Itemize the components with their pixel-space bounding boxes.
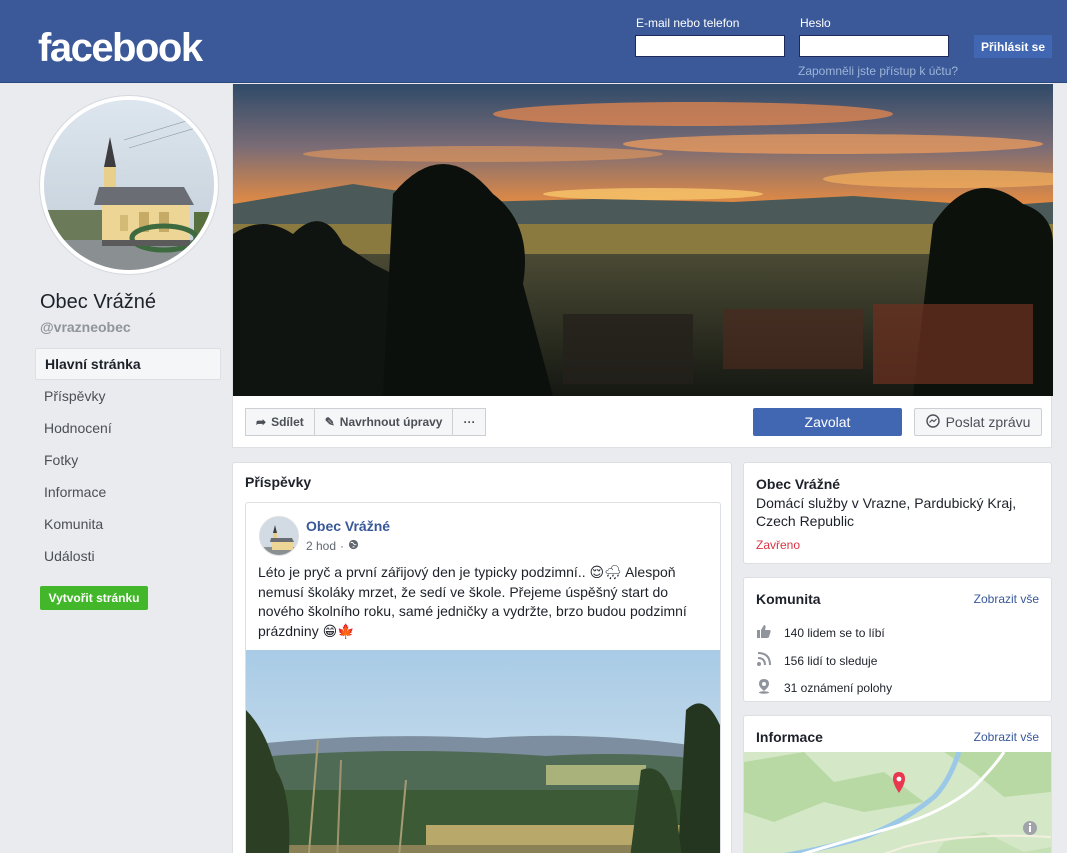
open-status: Zavřeno: [756, 538, 801, 552]
valley-landscape-image: [246, 650, 720, 853]
password-label: Heslo: [800, 16, 831, 30]
sidebar-item-reviews[interactable]: Hodnocení: [35, 412, 221, 444]
chapel-thumbnail: [260, 517, 298, 555]
likes-row: 140 lidem se to líbí: [756, 623, 885, 642]
checkins-row: 31 oznámení polohy: [756, 678, 892, 697]
more-options-button[interactable]: ···: [453, 408, 487, 436]
top-bar: facebook E-mail nebo telefon Heslo Přihl…: [0, 0, 1067, 83]
forgot-password-link[interactable]: Zapomněli jste přístup k účtu?: [798, 64, 958, 78]
followers-row: 156 lidí to sleduje: [756, 651, 877, 670]
login-button[interactable]: Přihlásit se: [974, 35, 1052, 58]
suggest-edits-label: Navrhnout úpravy: [339, 415, 443, 429]
checkins-count: 31 oznámení polohy: [784, 680, 893, 695]
page-info-card: Obec Vrážné Domácí služby v Vrazne, Pard…: [743, 462, 1052, 564]
page-action-bar: ➦ Sdílet ✎ Navrhnout úpravy ···: [245, 408, 487, 436]
thumbs-up-icon: [756, 623, 772, 642]
posts-section: Příspěvky Obec Vrážné 2 hod · Léto je pr…: [232, 462, 732, 853]
messenger-icon: [925, 413, 940, 431]
call-button[interactable]: Zavolat: [753, 408, 902, 436]
community-title: Komunita: [756, 591, 821, 607]
facebook-logo[interactable]: facebook: [38, 26, 203, 71]
info-title: Informace: [756, 729, 823, 745]
create-page-button[interactable]: Vytvořit stránku: [40, 586, 148, 610]
page-sidebar-nav: Hlavní stránka Příspěvky Hodnocení Fotky…: [35, 348, 221, 572]
location-map[interactable]: [744, 751, 1051, 853]
sidebar-item-home[interactable]: Hlavní stránka: [35, 348, 221, 380]
followers-count: 156 lidí to sleduje: [784, 653, 878, 668]
cover-photo[interactable]: [233, 84, 1053, 396]
suggest-edits-button[interactable]: ✎ Navrhnout úpravy: [314, 408, 454, 436]
info-card: Informace Zobrazit vše: [743, 715, 1052, 853]
likes-count: 140 lidem se to líbí: [784, 625, 885, 640]
map-image: [744, 751, 1051, 853]
send-message-button[interactable]: Poslat zprávu: [914, 408, 1042, 436]
sidebar-item-community[interactable]: Komunita: [35, 508, 221, 540]
post-author-link[interactable]: Obec Vrážné: [306, 518, 390, 534]
post-timestamp[interactable]: 2 hod: [306, 539, 336, 553]
sidebar-item-about[interactable]: Informace: [35, 476, 221, 508]
cover-card: ➦ Sdílet ✎ Navrhnout úpravy ··· Zavolat …: [232, 84, 1053, 448]
sidebar-item-events[interactable]: Události: [35, 540, 221, 572]
rss-icon: [756, 651, 772, 670]
share-button[interactable]: ➦ Sdílet: [245, 408, 315, 436]
email-label: E-mail nebo telefon: [636, 16, 740, 30]
posts-section-title: Příspěvky: [245, 474, 312, 490]
page-title: Obec Vrážné: [40, 291, 156, 313]
community-card: Komunita Zobrazit vše 140 lidem se to lí…: [743, 577, 1052, 702]
pencil-icon: ✎: [324, 415, 335, 429]
page-category-description: Domácí služby v Vrazne, Pardubický Kraj,…: [756, 495, 1017, 529]
community-see-all-link[interactable]: Zobrazit vše: [974, 592, 1039, 606]
post-author-avatar[interactable]: [259, 516, 299, 556]
post-meta: 2 hod ·: [306, 539, 359, 553]
info-page-name: Obec Vrážné: [756, 476, 841, 492]
send-message-label: Poslat zprávu: [945, 414, 1031, 430]
location-pin-icon: [756, 678, 772, 697]
page-handle[interactable]: @vrazneobec: [40, 319, 131, 335]
page-avatar[interactable]: [40, 96, 218, 274]
globe-icon: [348, 539, 359, 553]
post-item: Obec Vrážné 2 hod · Léto je pryč a první…: [245, 502, 721, 853]
chapel-photo: [44, 100, 214, 270]
sidebar-item-posts[interactable]: Příspěvky: [35, 380, 221, 412]
post-photo[interactable]: [246, 650, 720, 853]
post-body-text: Léto je pryč a první zářijový den je typ…: [258, 564, 687, 639]
share-label: Sdílet: [271, 415, 304, 429]
share-arrow-icon: ➦: [256, 415, 267, 429]
email-field[interactable]: [635, 35, 785, 57]
password-field[interactable]: [799, 35, 949, 57]
sunset-landscape-image: [233, 84, 1053, 396]
info-see-all-link[interactable]: Zobrazit vše: [974, 730, 1039, 744]
sidebar-item-photos[interactable]: Fotky: [35, 444, 221, 476]
